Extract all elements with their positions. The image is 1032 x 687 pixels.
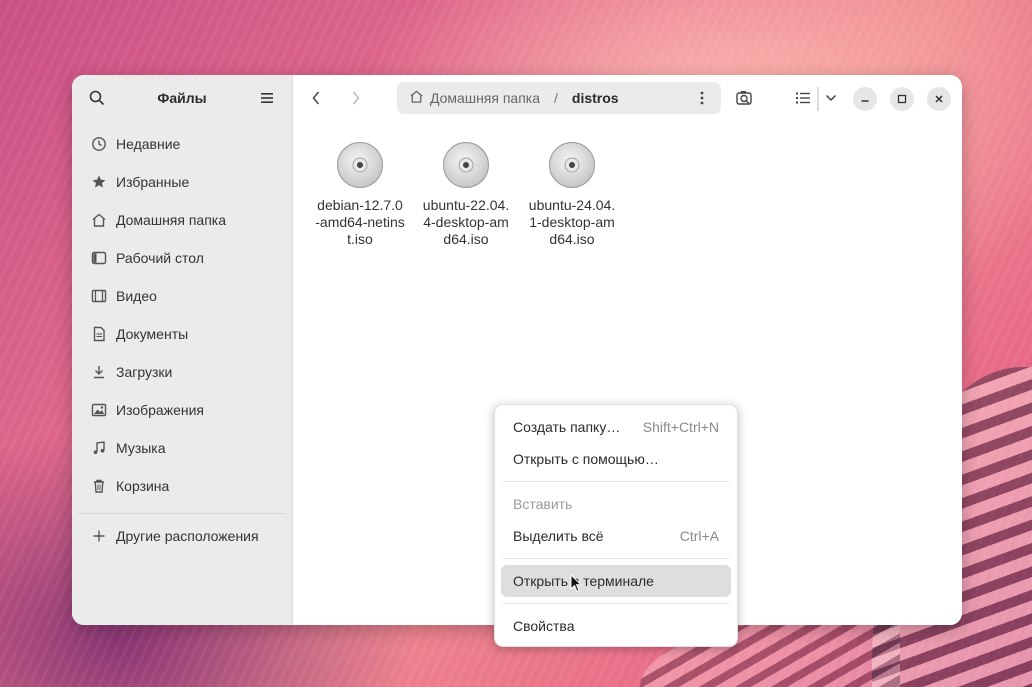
menu-item-label: Открыть в терминале	[513, 573, 654, 589]
sidebar-item-home[interactable]: Домашняя папка	[72, 201, 292, 239]
clock-icon	[90, 135, 108, 153]
camera-search-icon[interactable]	[733, 85, 757, 111]
menu-item-paste: Вставить	[501, 488, 731, 520]
file-item[interactable]: ubuntu-22.04.4-desktop-amd64.iso	[421, 141, 511, 248]
menu-item-label: Открыть с помощью…	[513, 451, 659, 467]
menu-separator	[503, 481, 729, 482]
sidebar-item-label: Видео	[116, 288, 157, 304]
toolbar-divider	[817, 87, 819, 111]
menu-item-label: Создать папку…	[513, 419, 621, 435]
sidebar-item-label: Домашняя папка	[116, 212, 227, 228]
sidebar-item-label: Музыка	[116, 440, 166, 456]
image-icon	[90, 401, 108, 419]
download-icon	[90, 363, 108, 381]
search-icon[interactable]	[86, 87, 108, 109]
menu-item-label: Выделить всё	[513, 528, 604, 544]
file-name: ubuntu-22.04.4-desktop-amd64.iso	[422, 197, 510, 247]
file-item[interactable]: ubuntu-24.04.1-desktop-amd64.iso	[527, 141, 617, 248]
context-menu: Создать папку… Shift+Ctrl+N Открыть с по…	[494, 404, 738, 647]
sidebar: Файлы Недавние Избранные Домашняя папка …	[72, 75, 293, 625]
back-button[interactable]	[305, 87, 327, 109]
disc-image-icon	[549, 142, 595, 188]
menu-item-open-with[interactable]: Открыть с помощью…	[501, 443, 731, 475]
menu-separator	[503, 603, 729, 604]
path-segment-home[interactable]: Домашняя папка	[430, 90, 540, 106]
chevron-down-icon[interactable]	[821, 85, 841, 111]
sidebar-item-music[interactable]: Музыка	[72, 429, 292, 467]
minimize-button[interactable]	[853, 87, 877, 111]
sidebar-item-documents[interactable]: Документы	[72, 315, 292, 353]
sidebar-item-desktop[interactable]: Рабочий стол	[72, 239, 292, 277]
menu-item-shortcut: Shift+Ctrl+N	[642, 419, 719, 435]
hamburger-menu-icon[interactable]	[256, 87, 278, 109]
forward-button[interactable]	[345, 87, 367, 109]
sidebar-item-label: Рабочий стол	[116, 250, 204, 266]
menu-item-open-in-terminal[interactable]: Открыть в терминале	[501, 565, 731, 597]
disc-image-icon	[443, 142, 489, 188]
desktop-icon	[90, 249, 108, 267]
kebab-menu-icon[interactable]	[693, 88, 711, 108]
sidebar-item-downloads[interactable]: Загрузки	[72, 353, 292, 391]
menu-item-label: Свойства	[513, 618, 575, 634]
close-button[interactable]	[927, 87, 951, 111]
sidebar-item-other-locations[interactable]: Другие расположения	[72, 520, 292, 552]
sidebar-header: Файлы	[72, 75, 292, 121]
sidebar-item-label: Изображения	[116, 402, 204, 418]
header-bar: Домашняя папка / distros	[293, 75, 962, 121]
plus-icon	[90, 527, 108, 545]
sidebar-item-videos[interactable]: Видео	[72, 277, 292, 315]
sidebar-item-label: Документы	[116, 326, 189, 342]
sidebar-places: Недавние Избранные Домашняя папка Рабочи…	[72, 121, 292, 552]
sidebar-item-label: Другие расположения	[116, 528, 259, 544]
home-icon	[90, 211, 108, 229]
menu-item-select-all[interactable]: Выделить всё Ctrl+A	[501, 520, 731, 552]
sidebar-item-label: Недавние	[116, 136, 181, 152]
path-bar[interactable]: Домашняя папка / distros	[397, 82, 721, 114]
file-name: ubuntu-24.04.1-desktop-amd64.iso	[528, 197, 616, 247]
menu-item-label: Вставить	[513, 496, 573, 512]
sidebar-item-label: Корзина	[116, 478, 170, 494]
document-icon	[90, 325, 108, 343]
menu-item-shortcut: Ctrl+A	[679, 528, 719, 544]
home-icon	[409, 89, 424, 107]
sidebar-item-trash[interactable]: Корзина	[72, 467, 292, 505]
file-item[interactable]: debian-12.7.0-amd64-netinst.iso	[315, 141, 405, 248]
menu-item-new-folder[interactable]: Создать папку… Shift+Ctrl+N	[501, 411, 731, 443]
sidebar-item-starred[interactable]: Избранные	[72, 163, 292, 201]
list-view-icon[interactable]	[791, 85, 815, 111]
menu-item-properties[interactable]: Свойства	[501, 610, 731, 642]
sidebar-item-recent[interactable]: Недавние	[72, 125, 292, 163]
file-grid: debian-12.7.0-amd64-netinst.iso ubuntu-2…	[315, 141, 617, 248]
menu-separator	[503, 558, 729, 559]
disc-image-icon	[337, 142, 383, 188]
film-icon	[90, 287, 108, 305]
sidebar-item-pictures[interactable]: Изображения	[72, 391, 292, 429]
sidebar-item-label: Загрузки	[116, 364, 173, 380]
path-segment-current[interactable]: distros	[572, 90, 619, 106]
sidebar-item-label: Избранные	[116, 174, 190, 190]
trash-icon	[90, 477, 108, 495]
maximize-button[interactable]	[890, 87, 914, 111]
music-icon	[90, 439, 108, 457]
file-name: debian-12.7.0-amd64-netinst.iso	[315, 197, 405, 247]
sidebar-divider	[78, 513, 286, 514]
mouse-cursor-icon	[570, 574, 582, 593]
path-separator: /	[554, 90, 558, 106]
app-title: Файлы	[157, 90, 207, 106]
star-icon	[90, 173, 108, 191]
